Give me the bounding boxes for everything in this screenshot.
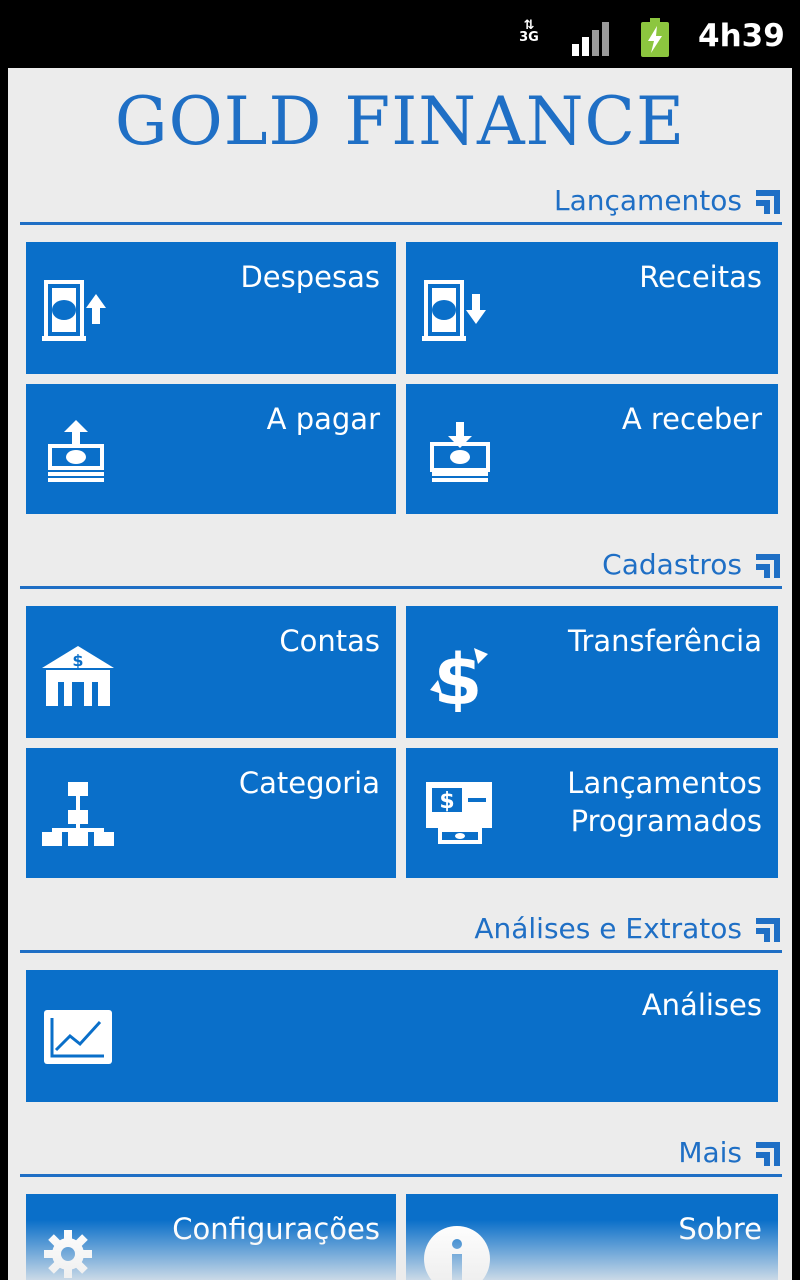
corner-arrow-icon [756,1142,780,1166]
tile-contas[interactable]: Contas $ [26,606,396,738]
section-title: Análises e Extratos [474,912,742,945]
clock: 4h39 [698,18,785,54]
bank-icon: $ [42,646,114,706]
tile-despesas[interactable]: Despesas [26,242,396,374]
corner-arrow-icon [756,554,780,578]
payable-icon [48,420,104,482]
section-header-mais: Mais [20,1134,782,1177]
scheduled-payment-icon: $ [426,782,492,844]
app-screen: GOLD FINANCE Lançamentos Despesas Receit… [8,68,792,1280]
app-logo: GOLD FINANCE [114,83,686,160]
section-header-analises: Análises e Extratos [20,910,782,953]
corner-arrow-icon [756,190,780,214]
hierarchy-icon [42,782,114,846]
corner-arrow-icon [756,918,780,942]
section-header-lancamentos: Lançamentos [20,182,782,225]
chart-icon [44,1010,112,1064]
expense-icon [42,280,106,341]
battery-charging-icon [641,18,669,57]
dollar-transfer-icon: $ [430,640,488,712]
tile-receitas[interactable]: Receitas [406,242,778,374]
tile-a-pagar[interactable]: A pagar [26,384,396,514]
income-icon [422,280,486,341]
section-title: Mais [678,1136,742,1169]
tile-lancamentos-programados[interactable]: Lançamentos Programados $ [406,748,778,878]
tile-categoria[interactable]: Categoria [26,748,396,878]
receivable-icon [430,422,490,482]
scroll-fade [8,1220,792,1280]
svg-text:$: $ [72,651,83,670]
status-bar: ⇅ 3G 4h39 [0,0,800,68]
tile-transferencia[interactable]: Transferência $ [406,606,778,738]
tile-a-receber[interactable]: A receber [406,384,778,514]
network-3g-icon: ⇅ 3G [519,18,539,45]
section-title: Lançamentos [553,184,742,217]
section-title: Cadastros [602,548,742,581]
svg-text:$: $ [439,789,454,814]
tile-analises[interactable]: Análises [26,970,778,1102]
signal-strength-icon [572,22,614,56]
section-header-cadastros: Cadastros [20,546,782,589]
